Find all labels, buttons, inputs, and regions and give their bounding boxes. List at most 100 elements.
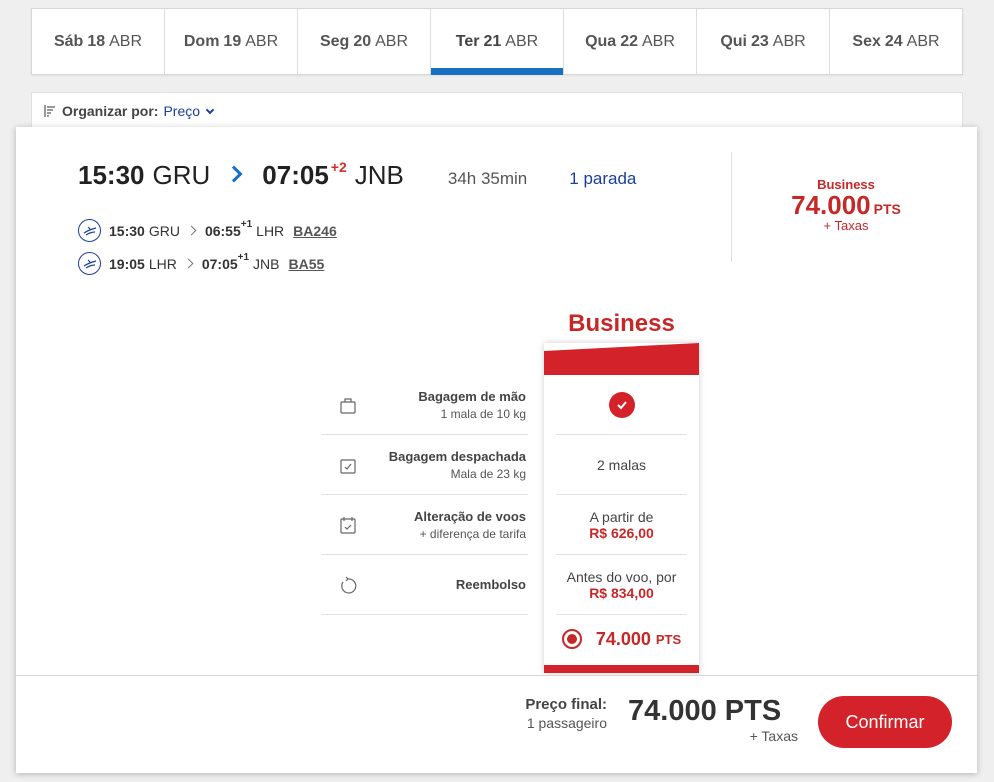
passenger-count: 1 passageiro — [526, 715, 607, 731]
leg-arr-code: JNB — [253, 255, 280, 272]
tab-month: ABR — [375, 32, 409, 50]
check-icon — [608, 391, 635, 418]
sort-icon — [44, 105, 55, 117]
refund-line1: Antes do voo, por — [566, 568, 677, 585]
airline-logo-icon — [78, 252, 101, 275]
tab-month: ABR — [642, 32, 675, 50]
price-amount: 74.000 — [791, 190, 871, 220]
fare-column-business[interactable]: 2 malas A partir de R$ 626,00 Antes do v… — [544, 343, 699, 673]
stops-link[interactable]: 1 parada — [569, 169, 636, 189]
price-amount-line: 74.000 PTS — [756, 190, 936, 220]
fare-header — [544, 343, 699, 375]
tab-month: ABR — [109, 32, 143, 50]
final-price-amount: 74.000 PTS — [628, 695, 782, 727]
flight-number-link[interactable]: BA55 — [289, 256, 325, 272]
fare-cell-change: A partir de R$ 626,00 — [556, 495, 687, 555]
chevron-right-icon — [186, 225, 197, 236]
feature-row-hand-bag: Bagagem de mão 1 mala de 10 kg — [321, 375, 528, 435]
chevron-right-icon — [183, 258, 194, 269]
date-tab-seg-20[interactable]: Seg 20 ABR — [298, 9, 431, 74]
hand-bag-icon — [340, 397, 356, 414]
tab-month: ABR — [906, 32, 940, 50]
change-line2: R$ 626,00 — [589, 524, 654, 541]
tab-day: 24 — [884, 32, 903, 50]
flight-card: 15:30 GRU 07:05 +2 JNB 34h 35min 1 parad… — [16, 127, 977, 773]
sort-bar: Organizar por: Preço — [31, 92, 963, 130]
leg-arr-plus: +1 — [237, 252, 250, 263]
feature-title: Bagagem despachada — [388, 448, 526, 464]
tab-month: ABR — [505, 32, 539, 50]
leg-dep-time: 19:05 — [109, 255, 145, 272]
checked-bag-icon — [340, 458, 356, 474]
tab-day: 23 — [750, 32, 769, 50]
leg-dep-time: 15:30 — [109, 222, 145, 239]
feature-title: Alteração de voos — [414, 508, 526, 524]
feature-title: Reembolso — [455, 577, 526, 592]
price-taxes: + Taxas — [823, 218, 869, 234]
leg-arr-plus: +1 — [240, 219, 253, 230]
date-tab-sab-18[interactable]: Sáb 18 ABR — [32, 9, 165, 74]
feature-sub: 1 mala de 10 kg — [440, 406, 526, 421]
date-tab-sex-24[interactable]: Sex 24 ABR — [830, 9, 962, 74]
feature-row-checked-bag: Bagagem despachada Mala de 23 kg — [321, 435, 528, 495]
tab-day: 21 — [483, 32, 502, 50]
change-line1: A partir de — [589, 508, 654, 525]
depart-code: GRU — [152, 160, 211, 190]
checked-bag-value: 2 malas — [596, 456, 647, 473]
radio-selected-icon[interactable] — [561, 629, 582, 649]
feature-sub: Mala de 23 kg — [450, 466, 526, 481]
airline-logo-icon — [78, 219, 101, 242]
leg-arr-time: 06:55 — [204, 222, 241, 239]
tab-weekday: Sex — [852, 32, 881, 50]
fare-price-amount: 74.000 — [595, 628, 651, 649]
price-footer: Preço final: 1 passageiro 74.000 PTS + T… — [16, 675, 977, 773]
sort-value: Preço — [163, 103, 201, 119]
tab-weekday: Seg — [319, 32, 350, 50]
date-tab-ter-21[interactable]: Ter 21 ABR — [431, 9, 564, 75]
refund-icon — [341, 576, 357, 594]
radio-dot — [566, 634, 577, 644]
tab-weekday: Qua — [585, 32, 617, 50]
date-tab-dom-19[interactable]: Dom 19 ABR — [165, 9, 298, 74]
divider — [731, 152, 732, 262]
chevron-right-icon — [225, 165, 243, 183]
price-summary[interactable]: Business 74.000 PTS + Taxas — [756, 177, 936, 232]
leg-arr-code: LHR — [256, 222, 285, 239]
arrive-code: JNB — [354, 160, 404, 190]
flight-number-link[interactable]: BA246 — [293, 223, 337, 239]
price-unit: PTS — [873, 201, 901, 217]
date-tabs: Sáb 18 ABR Dom 19 ABR Seg 20 ABR Ter 21 ABR Qua 2… — [31, 8, 963, 75]
flight-leg: 15:30 GRU 06:55 +1 LHR BA246 — [78, 219, 337, 242]
feature-sub: + diferença de tarifa — [419, 526, 526, 541]
tab-weekday: Qui — [720, 32, 747, 50]
arrive-plus-days: +2 — [330, 159, 347, 175]
fare-cell-refund: Antes do voo, por R$ 834,00 — [556, 555, 687, 615]
final-price-title: Preço final: — [525, 696, 607, 713]
fare-cell-hand-bag — [556, 375, 687, 435]
tab-weekday: Ter — [455, 32, 480, 50]
tab-day: 19 — [223, 32, 242, 50]
chevron-down-icon — [205, 105, 215, 115]
feature-row-refund: Reembolso — [321, 555, 528, 615]
fare-title: Business — [568, 310, 675, 337]
duration: 34h 35min — [447, 169, 528, 188]
depart-time: 15:30 — [78, 160, 145, 190]
tab-weekday: Dom — [183, 32, 220, 50]
sort-dropdown[interactable]: Preço — [163, 103, 215, 119]
refund-line2: R$ 834,00 — [589, 584, 654, 601]
leg-dep-code: LHR — [148, 255, 177, 272]
flight-leg: 19:05 LHR 07:05 +1 JNB BA55 — [78, 252, 324, 275]
confirm-button[interactable]: Confirmar — [818, 696, 952, 748]
tab-month: ABR — [245, 32, 279, 50]
fare-price-select[interactable]: 74.000 PTS — [556, 624, 687, 654]
calendar-change-icon — [340, 516, 356, 534]
fare-cell-checked-bag: 2 malas — [556, 435, 687, 495]
fare-footer-bar — [544, 665, 699, 673]
date-tab-qua-22[interactable]: Qua 22 ABR — [564, 9, 697, 74]
leg-dep-code: GRU — [148, 222, 180, 239]
final-price-taxes: + Taxas — [749, 728, 798, 744]
feature-title: Bagagem de mão — [418, 388, 526, 404]
tab-weekday: Sáb — [53, 32, 84, 50]
date-tab-qui-23[interactable]: Qui 23 ABR — [697, 9, 830, 74]
tab-month: ABR — [772, 32, 806, 50]
